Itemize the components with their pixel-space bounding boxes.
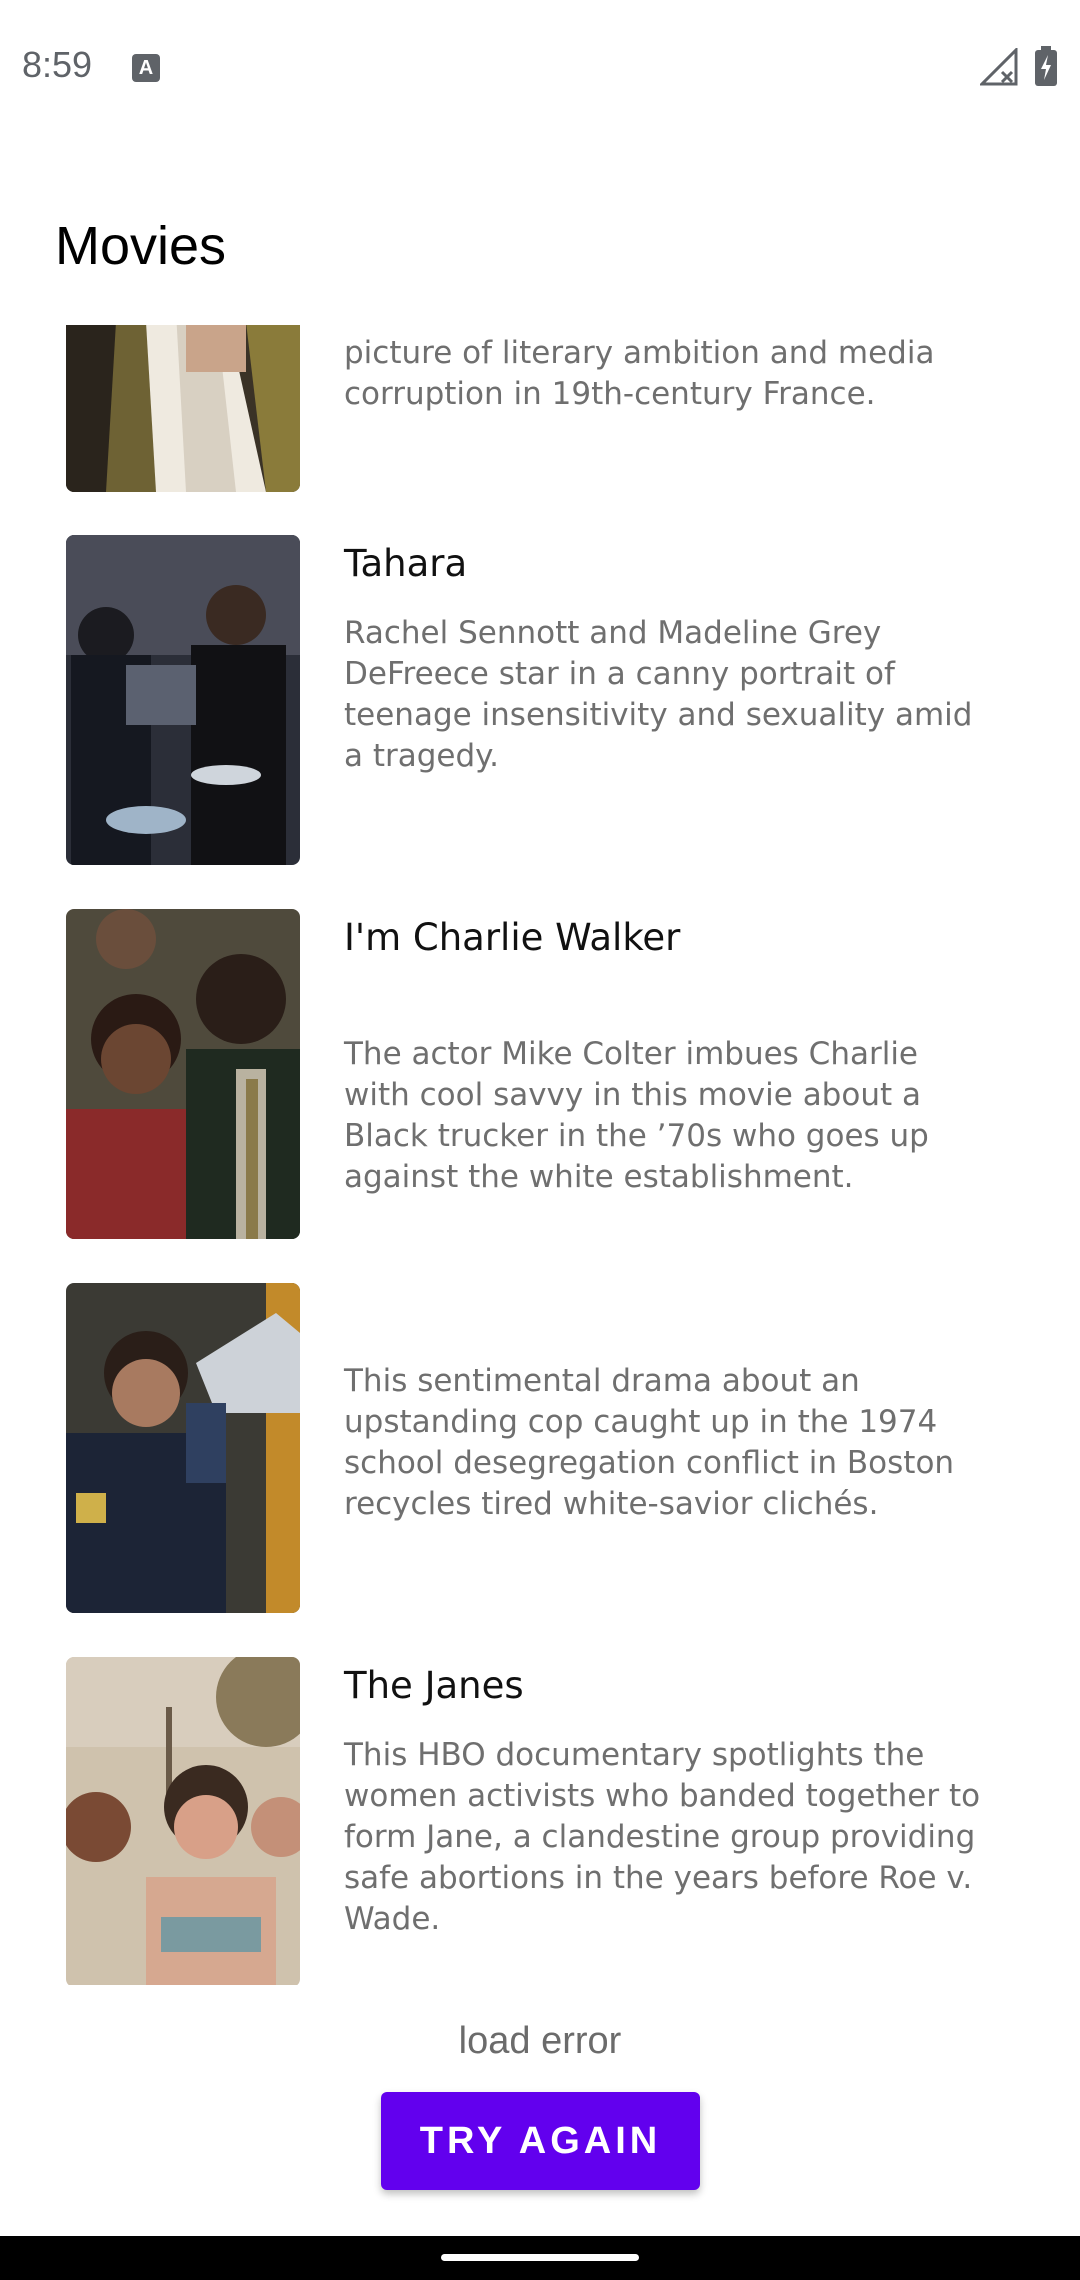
text-a-icon: A [132, 54, 160, 82]
battery-charging-icon [1035, 46, 1057, 86]
status-time: 8:59 [22, 44, 93, 85]
movie-thumbnail [66, 1283, 300, 1613]
movie-description: This HBO documentary spotlights the wome… [344, 1737, 981, 1937]
navigation-bar [0, 2236, 1080, 2280]
movie-list[interactable]: picture of literary ambition and media c… [0, 325, 1080, 1985]
movie-thumbnail [66, 325, 300, 492]
movie-poster-image [66, 1283, 300, 1613]
screen: 8:59 A Movies picture of literary ambiti… [0, 0, 1080, 2280]
movie-thumbnail [66, 909, 300, 1239]
movie-description: This sentimental drama about an upstandi… [344, 1363, 955, 1522]
page-title: Movies [55, 216, 227, 276]
movie-poster-image [66, 1657, 300, 1985]
movie-thumbnail [66, 1657, 300, 1985]
try-again-button[interactable]: TRY AGAIN [381, 2092, 700, 2190]
movie-description: picture of literary ambition and media c… [344, 335, 935, 412]
movie-description: The actor Mike Colter imbues Charlie wit… [344, 1036, 929, 1195]
movie-poster-image [66, 535, 300, 865]
status-bar: 8:59 A [0, 0, 1080, 136]
list-item[interactable]: This sentimental drama about an upstandi… [66, 1283, 1026, 1613]
movie-title: Tahara [344, 542, 468, 585]
home-indicator[interactable] [441, 2254, 639, 2261]
no-signal-icon [980, 48, 1018, 86]
list-item[interactable]: The Janes This HBO documentary spotlight… [66, 1657, 1026, 1985]
list-item[interactable]: Tahara Rachel Sennott and Madeline Grey … [66, 535, 1026, 865]
list-item[interactable]: picture of literary ambition and media c… [66, 325, 1026, 492]
movie-description: Rachel Sennott and Madeline Grey DeFreec… [344, 615, 973, 774]
movie-poster-image [66, 325, 300, 492]
load-error-message: load error [458, 2020, 622, 2062]
list-item[interactable]: I'm Charlie Walker The actor Mike Colter… [66, 909, 1026, 1239]
movie-title: I'm Charlie Walker [344, 916, 681, 959]
movie-poster-image [66, 909, 300, 1239]
movie-title: The Janes [344, 1664, 524, 1707]
movie-thumbnail [66, 535, 300, 865]
